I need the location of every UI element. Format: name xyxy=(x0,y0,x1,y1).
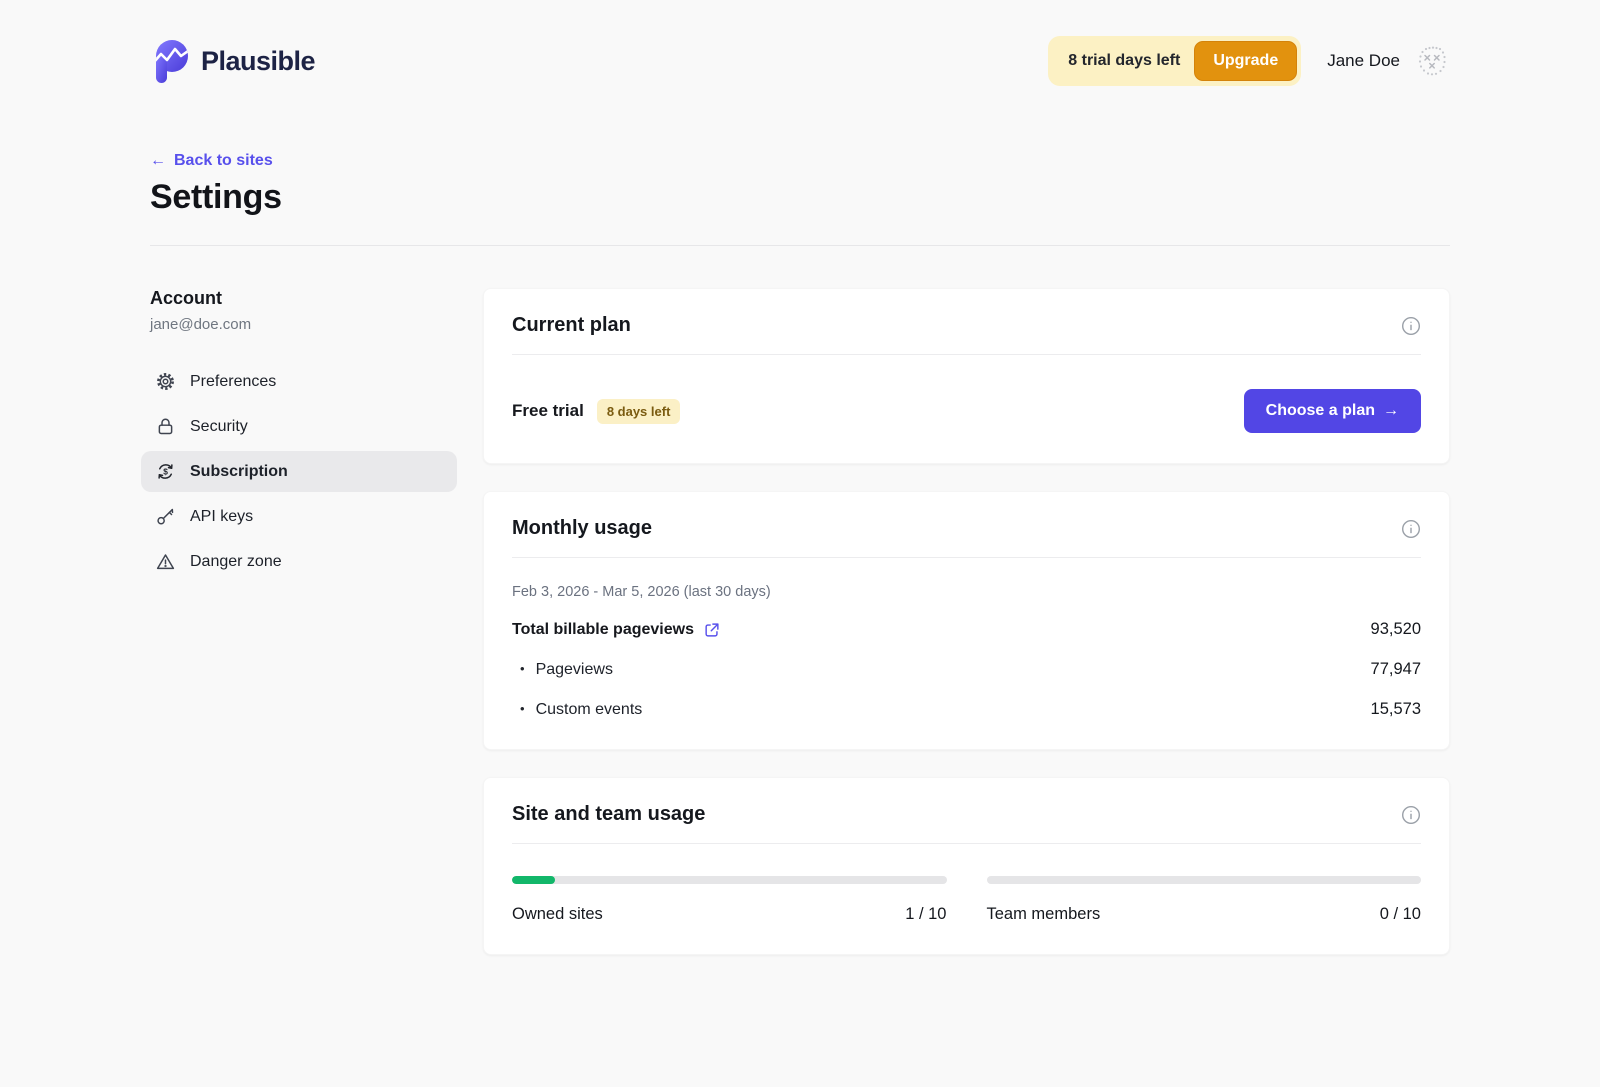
monthly-usage-card: Monthly usage Feb 3, 2026 - Mar 5, 2026 … xyxy=(483,491,1450,750)
svg-text:$: $ xyxy=(163,466,168,476)
avatar xyxy=(1414,43,1450,79)
settings-sidebar: Account jane@doe.com Preferences xyxy=(150,288,457,582)
owned-sites-meter: Owned sites 1 / 10 xyxy=(512,876,947,924)
user-name: Jane Doe xyxy=(1327,51,1400,71)
usage-row-custom-events: Custom events 15,573 xyxy=(512,700,1421,719)
info-icon[interactable] xyxy=(1401,519,1421,539)
usage-period: Feb 3, 2026 - Mar 5, 2026 (last 30 days) xyxy=(512,584,1421,600)
info-icon[interactable] xyxy=(1401,805,1421,825)
sidebar-item-preferences[interactable]: Preferences xyxy=(141,361,457,402)
plausible-logo[interactable]: Plausible xyxy=(150,38,315,84)
trial-days-left-text: 8 trial days left xyxy=(1068,52,1180,70)
owned-sites-value: 1 / 10 xyxy=(905,905,946,924)
sidebar-item-label: Preferences xyxy=(190,373,276,391)
settings-main: Current plan Free trial 8 days left Choo… xyxy=(483,288,1450,955)
sidebar-item-security[interactable]: Security xyxy=(141,406,457,447)
card-title: Monthly usage xyxy=(512,517,652,540)
site-team-usage-card: Site and team usage Owned site xyxy=(483,777,1450,955)
card-divider xyxy=(512,557,1421,558)
brand-name: Plausible xyxy=(201,46,315,77)
sidebar-section-title: Account xyxy=(150,288,457,309)
sidebar-item-subscription[interactable]: $ Subscription xyxy=(141,451,457,492)
card-divider xyxy=(512,354,1421,355)
team-members-label: Team members xyxy=(987,905,1101,924)
gear-icon xyxy=(155,371,176,392)
trial-banner: 8 trial days left Upgrade xyxy=(1048,36,1301,86)
card-divider xyxy=(512,843,1421,844)
progress-fill xyxy=(512,876,555,884)
custom-events-value: 15,573 xyxy=(1371,700,1421,719)
page-title: Settings xyxy=(150,178,1450,217)
plausible-logo-icon xyxy=(150,38,190,84)
lock-icon xyxy=(155,416,176,437)
card-title: Current plan xyxy=(512,314,631,337)
progress-track xyxy=(987,876,1422,884)
page-divider xyxy=(150,245,1450,246)
back-to-sites-link[interactable]: ← Back to sites xyxy=(150,152,273,170)
total-billable-value: 93,520 xyxy=(1371,620,1421,639)
total-billable-row: Total billable pageviews 93,520 xyxy=(512,620,1421,639)
back-arrow-icon: ← xyxy=(150,152,166,170)
sidebar-item-api-keys[interactable]: API keys xyxy=(141,496,457,537)
sidebar-item-label: API keys xyxy=(190,508,253,526)
card-title: Site and team usage xyxy=(512,803,705,826)
sidebar-item-label: Danger zone xyxy=(190,553,282,571)
info-icon[interactable] xyxy=(1401,316,1421,336)
pageviews-value: 77,947 xyxy=(1371,660,1421,679)
warning-icon xyxy=(155,551,176,572)
upgrade-button[interactable]: Upgrade xyxy=(1194,41,1297,81)
progress-track xyxy=(512,876,947,884)
sidebar-item-label: Security xyxy=(190,418,248,436)
custom-events-label: Custom events xyxy=(520,701,642,719)
current-plan-card: Current plan Free trial 8 days left Choo… xyxy=(483,288,1450,464)
account-email: jane@doe.com xyxy=(150,316,457,333)
top-right-cluster: 8 trial days left Upgrade Jane Doe xyxy=(1048,36,1450,86)
user-menu[interactable]: Jane Doe xyxy=(1327,43,1450,79)
external-link-icon[interactable] xyxy=(703,621,721,639)
page: Plausible 8 trial days left Upgrade Jane… xyxy=(150,0,1450,955)
plan-name: Free trial xyxy=(512,401,584,421)
usage-row-pageviews: Pageviews 77,947 xyxy=(512,660,1421,679)
choose-plan-button[interactable]: Choose a plan → xyxy=(1244,389,1421,433)
sidebar-item-danger-zone[interactable]: Danger zone xyxy=(141,541,457,582)
arrow-right-icon: → xyxy=(1383,402,1399,420)
owned-sites-label: Owned sites xyxy=(512,905,603,924)
pageviews-label: Pageviews xyxy=(520,661,613,679)
dollar-cycle-icon: $ xyxy=(155,461,176,482)
sidebar-item-label: Subscription xyxy=(190,463,288,481)
content: Account jane@doe.com Preferences xyxy=(150,288,1450,955)
top-bar: Plausible 8 trial days left Upgrade Jane… xyxy=(150,36,1450,86)
page-head: ← Back to sites Settings xyxy=(150,152,1450,246)
key-icon xyxy=(155,506,176,527)
settings-nav: Preferences Security xyxy=(141,361,457,582)
choose-plan-label: Choose a plan xyxy=(1266,402,1375,420)
team-members-meter: Team members 0 / 10 xyxy=(987,876,1422,924)
days-left-badge: 8 days left xyxy=(597,399,681,424)
back-link-label: Back to sites xyxy=(174,152,273,170)
team-members-value: 0 / 10 xyxy=(1380,905,1421,924)
total-billable-label: Total billable pageviews xyxy=(512,621,694,639)
